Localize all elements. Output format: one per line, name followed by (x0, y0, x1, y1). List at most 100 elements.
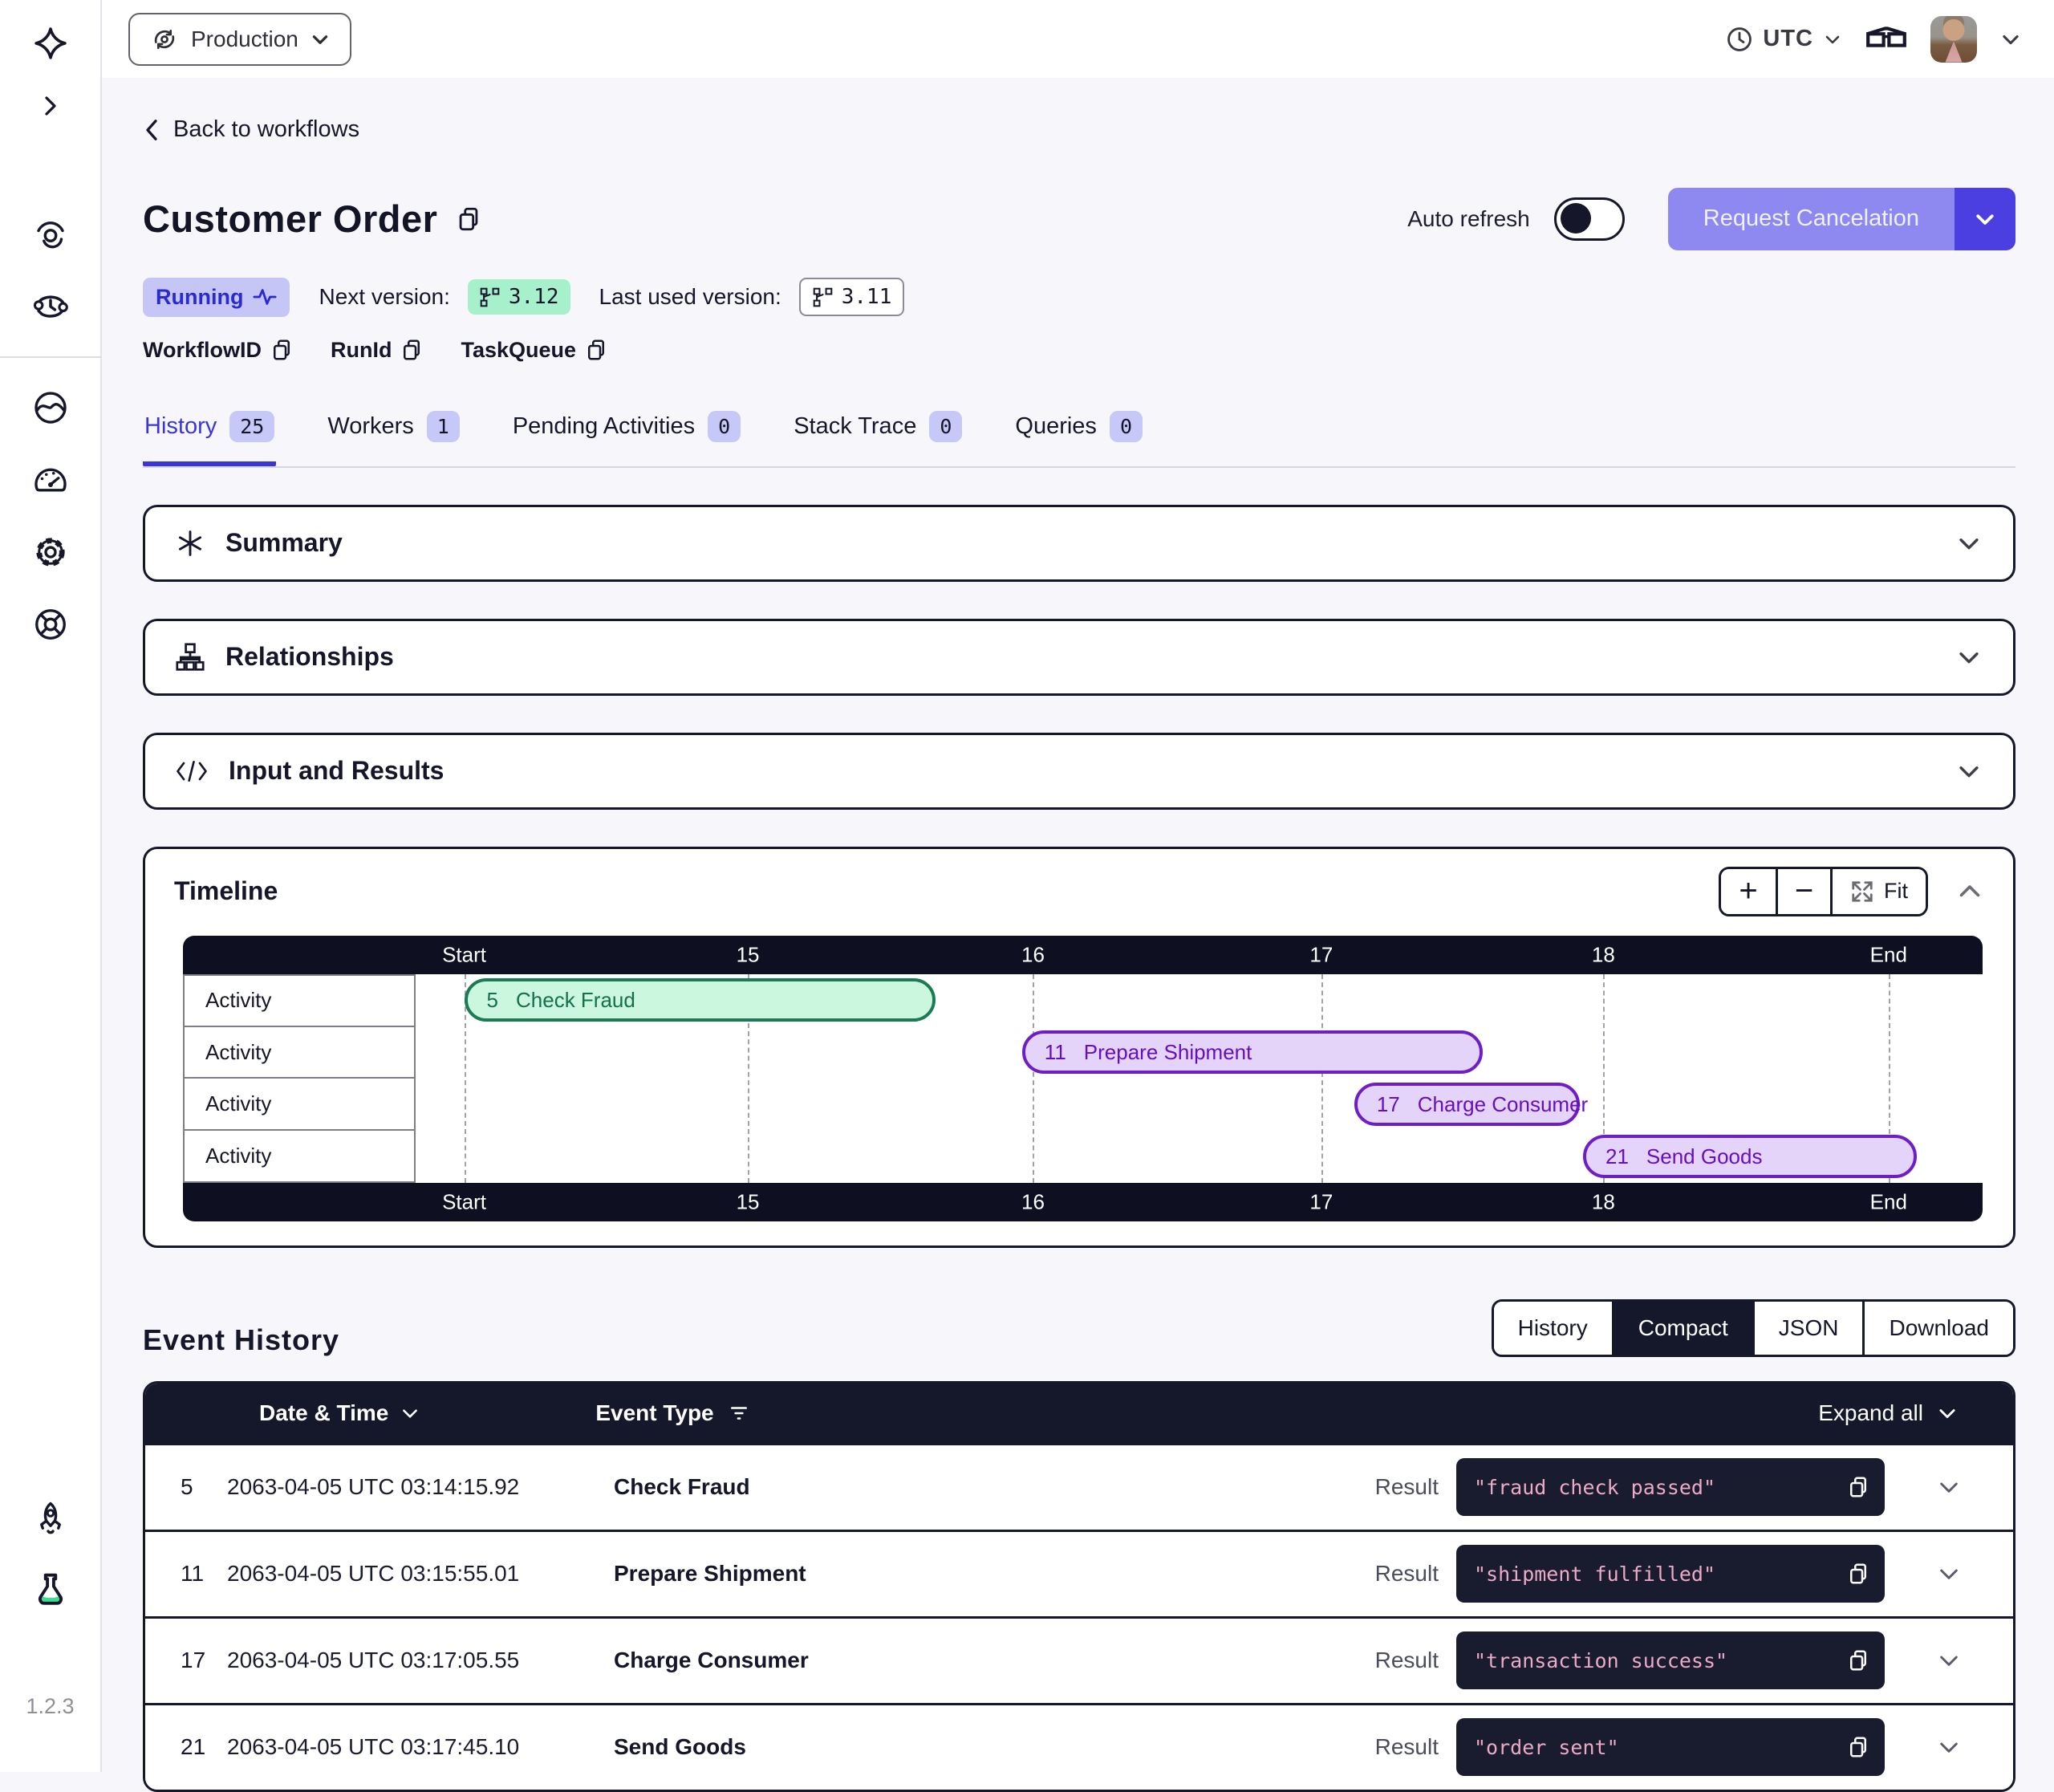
tab-pending-activities[interactable]: Pending Activities 0 (511, 400, 742, 466)
timeline-row-labels: Activity Activity Activity Activity (183, 974, 416, 1183)
copy-icon (1846, 1735, 1870, 1759)
copy-run-id-button[interactable] (400, 338, 424, 362)
sort-by-datetime[interactable]: Date & Time (259, 1400, 420, 1426)
relationships-section[interactable]: Relationships (143, 619, 2015, 696)
event-row-charge-consumer[interactable]: 17 2063-04-05 UTC 03:17:05.55 Charge Con… (145, 1616, 2013, 1703)
task-queue-meta: TaskQueue (461, 338, 608, 363)
namespace-cycle-icon (149, 24, 180, 55)
tab-workers[interactable]: Workers 1 (326, 400, 461, 466)
event-row-send-goods[interactable]: 21 2063-04-05 UTC 03:17:45.10 Send Goods… (145, 1703, 2013, 1790)
input-results-section[interactable]: Input and Results (143, 733, 2015, 810)
expand-row-chevron[interactable] (1885, 1474, 2013, 1500)
tab-history[interactable]: History 25 (143, 400, 276, 466)
result-value: "order sent" (1474, 1736, 1846, 1759)
result-value: "fraud check passed" (1474, 1476, 1846, 1499)
tab-label: Queries (1015, 413, 1097, 440)
view-json-button[interactable]: JSON (1752, 1302, 1863, 1355)
tab-label: Stack Trace (794, 413, 916, 440)
view-compact-button[interactable]: Compact (1612, 1302, 1752, 1355)
summary-section[interactable]: Summary (143, 505, 2015, 582)
copy-result-button[interactable] (1846, 1648, 1870, 1672)
fit-button[interactable]: Fit (1830, 869, 1926, 914)
result-label: Result (1375, 1474, 1439, 1500)
temporal-logo (25, 21, 76, 72)
tab-label: Workers (327, 413, 413, 440)
chevron-down-icon (1936, 1402, 1959, 1424)
event-row-prepare-shipment[interactable]: 11 2063-04-05 UTC 03:15:55.01 Prepare Sh… (145, 1530, 2013, 1616)
chevron-down-icon (1936, 1474, 1962, 1500)
collapse-timeline-chevron[interactable] (1955, 877, 1984, 906)
sidebar-item-workflows[interactable] (25, 209, 76, 260)
copy-workflow-id-button[interactable] (270, 338, 294, 362)
bar-label: Send Goods (1646, 1144, 1763, 1169)
chevron-down-icon (310, 29, 331, 50)
section-title: Relationships (225, 642, 394, 672)
lifebuoy-icon (31, 605, 70, 644)
sidebar-item-support[interactable] (25, 599, 76, 650)
copy-result-button[interactable] (1846, 1475, 1870, 1499)
tab-stack-trace[interactable]: Stack Trace 0 (792, 400, 964, 466)
branch-icon (479, 286, 501, 308)
timeline-bar-prepare-shipment[interactable]: 11Prepare Shipment (1022, 1030, 1483, 1074)
fit-label: Fit (1884, 879, 1908, 904)
sidebar-expand-button[interactable] (25, 80, 76, 132)
sidebar-item-whats-new[interactable] (25, 1493, 76, 1545)
axis-tick-label: Start (442, 942, 486, 967)
copy-result-button[interactable] (1846, 1562, 1870, 1586)
expand-all-button[interactable]: Expand all (1818, 1400, 1959, 1426)
glasses-icon (1865, 23, 1908, 55)
copy-icon (1846, 1562, 1870, 1586)
timeline-bar-check-fraud[interactable]: 5Check Fraud (465, 978, 936, 1022)
copy-workflow-name-button[interactable] (455, 205, 482, 233)
expand-arrows-icon (1850, 880, 1874, 904)
timeline-axis-top: Start 15 16 17 18 End (183, 936, 1983, 974)
timezone-label: UTC (1763, 26, 1813, 52)
result-label: Result (1375, 1734, 1439, 1760)
sidebar-item-labs[interactable] (25, 1566, 76, 1617)
event-type: Check Fraud (614, 1474, 1375, 1500)
timezone-selector[interactable]: UTC (1726, 26, 1842, 53)
sidebar-item-schedules[interactable] (25, 281, 76, 332)
zoom-out-button[interactable]: − (1776, 869, 1830, 914)
chevron-down-icon (1955, 644, 1983, 671)
auto-refresh-toggle[interactable] (1554, 197, 1625, 241)
back-to-workflows-link[interactable]: Back to workflows (143, 116, 359, 143)
tab-queries[interactable]: Queries 0 (1013, 400, 1144, 466)
copy-result-button[interactable] (1846, 1735, 1870, 1759)
chevron-down-icon (1823, 30, 1842, 49)
view-history-button[interactable]: History (1494, 1302, 1612, 1355)
sidebar-item-nexus[interactable] (25, 382, 76, 433)
axis-tick-label: 18 (1592, 1189, 1615, 1214)
chevron-down-icon (1955, 530, 1983, 557)
glasses-button[interactable] (1865, 14, 1908, 65)
filter-event-type[interactable]: Event Type (595, 1400, 749, 1426)
copy-icon (400, 338, 424, 362)
clock-icon (1726, 26, 1753, 53)
sidebar-item-settings[interactable] (25, 526, 76, 578)
timeline-bar-send-goods[interactable]: 21Send Goods (1583, 1135, 1917, 1178)
event-history-title: Event History (143, 1323, 339, 1357)
last-used-version-value: 3.11 (842, 285, 892, 309)
expand-row-chevron[interactable] (1885, 1561, 2013, 1587)
timeline-bar-charge-consumer[interactable]: 17Charge Consumer (1354, 1083, 1580, 1126)
event-row-check-fraud[interactable]: 5 2063-04-05 UTC 03:14:15.92 Check Fraud… (145, 1443, 2013, 1530)
sidebar: 1.2.3 (0, 0, 102, 1772)
timeline-panel: Timeline + − Fit (143, 847, 2015, 1248)
event-id: 11 (145, 1561, 227, 1587)
namespace-selector[interactable]: Production (128, 13, 351, 66)
request-cancelation-menu-button[interactable] (1955, 188, 2015, 250)
auto-refresh-label: Auto refresh (1407, 206, 1530, 232)
zoom-in-button[interactable]: + (1721, 869, 1776, 914)
expand-row-chevron[interactable] (1885, 1648, 2013, 1673)
sidebar-item-usage[interactable] (25, 454, 76, 506)
user-avatar[interactable] (1930, 16, 1977, 63)
copy-icon (584, 338, 608, 362)
download-button[interactable]: Download (1862, 1302, 2013, 1355)
copy-icon (1846, 1648, 1870, 1672)
user-menu-chevron-icon[interactable] (1999, 28, 2022, 51)
expand-row-chevron[interactable] (1885, 1734, 2013, 1760)
tab-count-badge: 0 (1110, 411, 1143, 442)
request-cancelation-button[interactable]: Request Cancelation (1668, 188, 1955, 250)
copy-task-queue-button[interactable] (584, 338, 608, 362)
event-type: Charge Consumer (614, 1648, 1375, 1673)
